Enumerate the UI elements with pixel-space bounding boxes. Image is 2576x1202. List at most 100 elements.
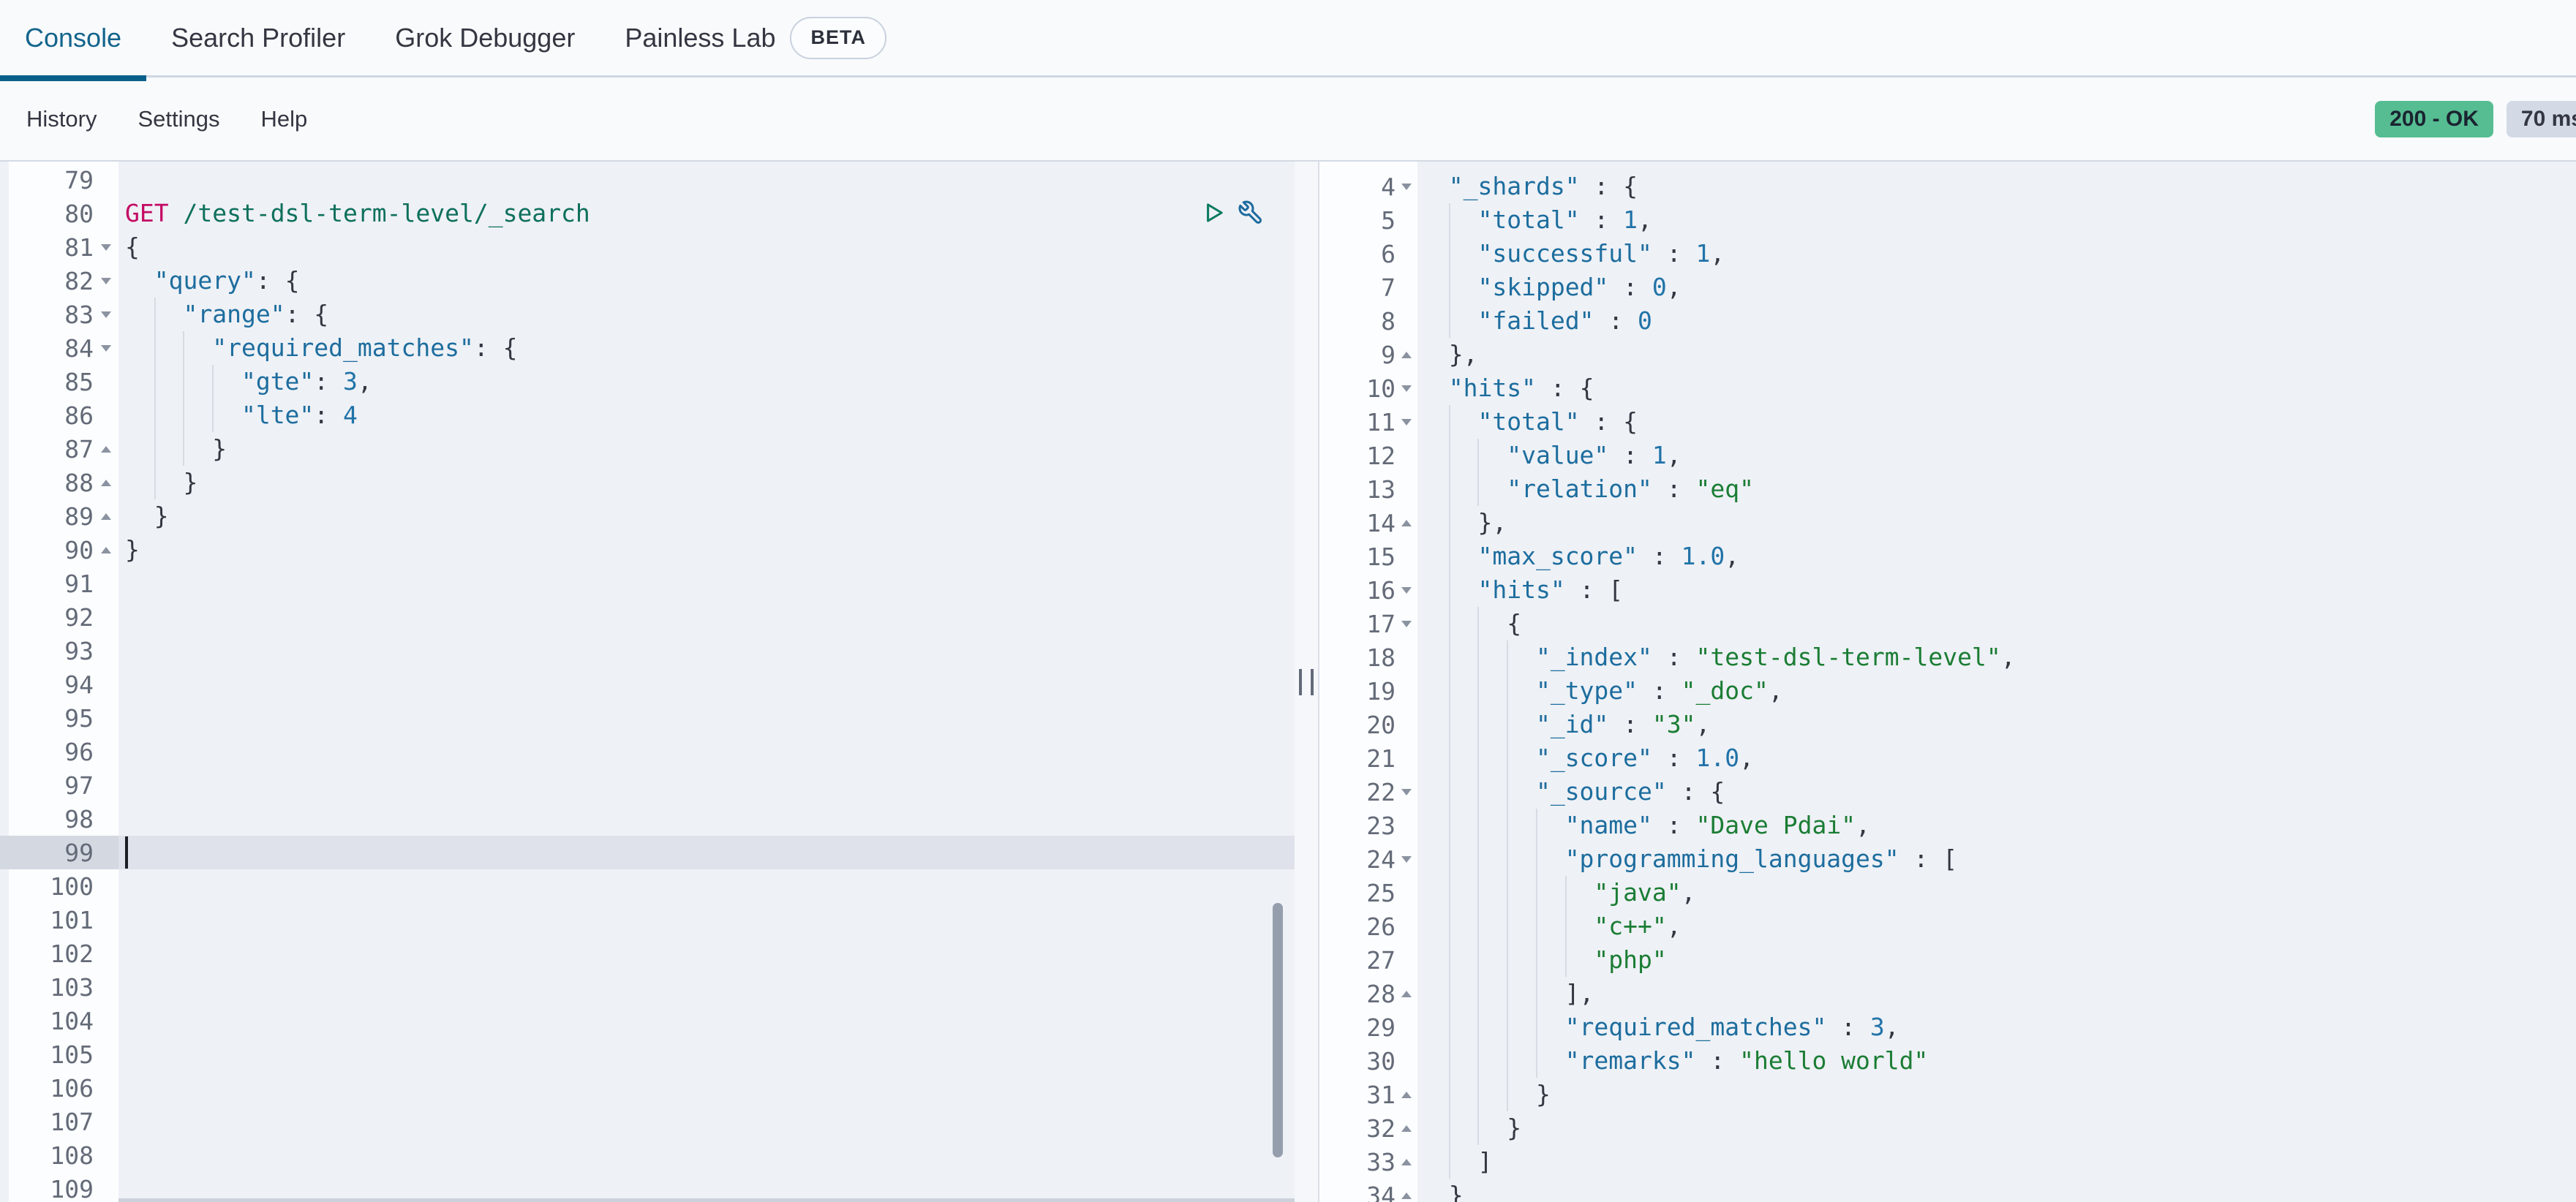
code-text[interactable] [118, 634, 1295, 668]
fold-open-icon[interactable] [94, 244, 118, 251]
fold-open-icon[interactable] [94, 345, 118, 352]
request-options-button[interactable] [1238, 200, 1264, 226]
request-code-line[interactable]: 87 } [0, 432, 1295, 466]
code-text[interactable] [118, 1138, 1295, 1172]
code-text[interactable] [118, 668, 1295, 701]
fold-close-icon[interactable] [1396, 1159, 1417, 1165]
pane-splitter[interactable] [1295, 162, 1319, 1202]
code-text[interactable]: "successful" : 1, [1417, 237, 2576, 271]
code-text[interactable]: } [118, 432, 1295, 466]
fold-open-icon[interactable] [1396, 789, 1417, 795]
request-code-line[interactable]: 97 [0, 768, 1295, 802]
code-text[interactable]: }, [1417, 506, 2576, 540]
fold-open-icon[interactable] [1396, 856, 1417, 863]
code-text[interactable]: "_shards" : { [1417, 170, 2576, 203]
request-code-line[interactable]: 109 [0, 1172, 1295, 1202]
fold-close-icon[interactable] [1396, 520, 1417, 526]
code-text[interactable]: "_score" : 1.0, [1417, 741, 2576, 775]
request-code-line[interactable]: 86 "lte": 4 [0, 398, 1295, 432]
code-text[interactable] [118, 836, 1295, 869]
request-code-line[interactable]: 108 [0, 1138, 1295, 1172]
code-text[interactable]: "_id" : "3", [1417, 708, 2576, 741]
request-code-line[interactable]: 101 [0, 903, 1295, 937]
request-code-line[interactable]: 83 "range": { [0, 298, 1295, 331]
fold-open-icon[interactable] [1396, 419, 1417, 426]
fold-close-icon[interactable] [94, 480, 118, 486]
request-code-line[interactable]: 88 } [0, 466, 1295, 499]
code-text[interactable]: } [118, 533, 1295, 567]
request-code-line[interactable]: 91 [0, 567, 1295, 600]
menu-help[interactable]: Help [260, 106, 307, 132]
response-code-line[interactable]: 11 "total" : { [1319, 405, 2576, 439]
request-code-line[interactable]: 100 [0, 869, 1295, 903]
request-code-line[interactable]: 99 [0, 836, 1295, 869]
request-code-line[interactable]: 94 [0, 668, 1295, 701]
code-text[interactable] [118, 869, 1295, 903]
fold-close-icon[interactable] [1396, 991, 1417, 997]
response-code-line[interactable]: 25 "java", [1319, 876, 2576, 910]
response-code-line[interactable]: 9 }, [1319, 338, 2576, 371]
request-code-line[interactable]: 95 [0, 701, 1295, 735]
tab-grok-debugger[interactable]: Grok Debugger [370, 0, 600, 75]
response-code-line[interactable]: 17 { [1319, 607, 2576, 640]
response-code-line[interactable]: 15 "max_score" : 1.0, [1319, 540, 2576, 573]
code-text[interactable]: "total" : 1, [1417, 203, 2576, 237]
code-text[interactable]: { [1417, 607, 2576, 640]
code-text[interactable]: "max_score" : 1.0, [1417, 540, 2576, 573]
response-code-line[interactable]: 20 "_id" : "3", [1319, 708, 2576, 741]
request-code-line[interactable]: 107 [0, 1105, 1295, 1138]
fold-close-icon[interactable] [1396, 352, 1417, 358]
code-text[interactable]: "gte": 3, [118, 365, 1295, 398]
code-text[interactable]: "name" : "Dave Pdai", [1417, 809, 2576, 842]
request-code-line[interactable]: 93 [0, 634, 1295, 668]
response-code-line[interactable]: 8 "failed" : 0 [1319, 304, 2576, 338]
tab-console[interactable]: Console [0, 0, 146, 75]
response-code-line[interactable]: 6 "successful" : 1, [1319, 237, 2576, 271]
send-request-button[interactable] [1201, 200, 1227, 226]
response-code-line[interactable]: 32 } [1319, 1111, 2576, 1145]
fold-open-icon[interactable] [94, 278, 118, 284]
response-code-line[interactable]: 27 "php" [1319, 943, 2576, 977]
code-text[interactable] [118, 567, 1295, 600]
tab-search-profiler[interactable]: Search Profiler [146, 0, 370, 75]
request-code-line[interactable]: 89 } [0, 499, 1295, 533]
code-text[interactable] [118, 768, 1295, 802]
response-viewer[interactable]: 4 "_shards" : {5 "total" : 1,6 "successf… [1319, 162, 2576, 1202]
fold-close-icon[interactable] [94, 446, 118, 453]
code-text[interactable] [118, 1037, 1295, 1071]
fold-open-icon[interactable] [1396, 621, 1417, 627]
response-code-line[interactable]: 30 "remarks" : "hello world" [1319, 1044, 2576, 1078]
fold-close-icon[interactable] [1396, 1092, 1417, 1098]
fold-open-icon[interactable] [1396, 385, 1417, 392]
code-text[interactable]: "php" [1417, 943, 2576, 977]
response-code-line[interactable]: 14 }, [1319, 506, 2576, 540]
fold-open-icon[interactable] [1396, 184, 1417, 190]
response-code-line[interactable]: 29 "required_matches" : 3, [1319, 1010, 2576, 1044]
code-text[interactable]: "programming_languages" : [ [1417, 842, 2576, 876]
code-text[interactable]: "total" : { [1417, 405, 2576, 439]
request-code-line[interactable]: 96 [0, 735, 1295, 768]
response-code-line[interactable]: 13 "relation" : "eq" [1319, 472, 2576, 506]
code-text[interactable]: } [1417, 1179, 2576, 1202]
code-text[interactable]: "_source" : { [1417, 775, 2576, 809]
code-text[interactable]: "remarks" : "hello world" [1417, 1044, 2576, 1078]
code-text[interactable] [118, 1071, 1295, 1105]
response-code-line[interactable]: 23 "name" : "Dave Pdai", [1319, 809, 2576, 842]
fold-open-icon[interactable] [94, 311, 118, 318]
code-text[interactable]: "java", [1417, 876, 2576, 910]
code-text[interactable]: "hits" : { [1417, 371, 2576, 405]
code-text[interactable]: "required_matches" : 3, [1417, 1010, 2576, 1044]
code-text[interactable]: "required_matches": { [118, 331, 1295, 365]
request-code-line[interactable]: 80GET /test-dsl-term-level/_search [0, 197, 1295, 230]
response-code-line[interactable]: 31 } [1319, 1078, 2576, 1111]
request-code-line[interactable]: 92 [0, 600, 1295, 634]
fold-close-icon[interactable] [94, 513, 118, 520]
fold-open-icon[interactable] [1396, 587, 1417, 594]
code-text[interactable]: } [118, 466, 1295, 499]
code-text[interactable]: "range": { [118, 298, 1295, 331]
code-text[interactable] [118, 163, 1295, 197]
code-text[interactable]: } [118, 499, 1295, 533]
code-text[interactable] [118, 1004, 1295, 1037]
request-code-line[interactable]: 82 "query": { [0, 264, 1295, 298]
response-code-line[interactable]: 33 ] [1319, 1145, 2576, 1179]
